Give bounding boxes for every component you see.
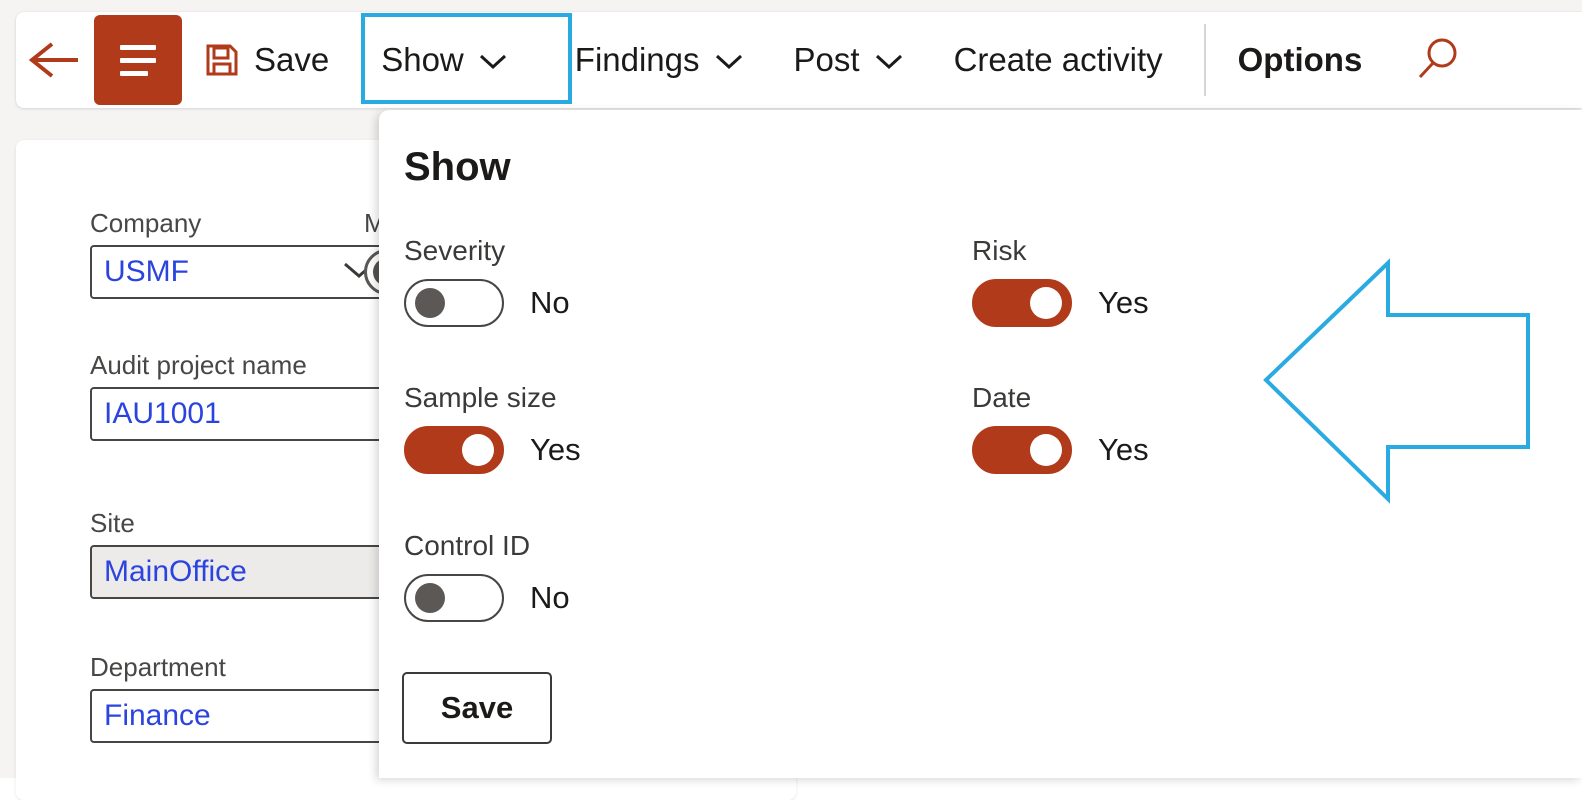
create-activity-label: Create activity (953, 41, 1163, 78)
department-input[interactable]: Finance (90, 689, 390, 743)
audit-project-name-input[interactable]: IAU1001 (90, 387, 390, 441)
panel-save-button[interactable]: Save (402, 672, 552, 744)
toggle-group-severity: Severity No (404, 235, 570, 327)
toggle-group-sample-size: Sample size Yes (404, 382, 581, 474)
show-flyout-panel: Show Severity No Sample size Yes Control… (379, 110, 1582, 778)
post-menu-label: Post (793, 41, 860, 78)
findings-menu-button[interactable]: Findings (558, 12, 761, 108)
toggle-group-control-id: Control ID No (404, 530, 570, 622)
save-button[interactable]: Save (182, 12, 339, 108)
field-company-label: Company (90, 208, 202, 238)
audit-project-name-value: IAU1001 (104, 397, 221, 430)
company-value: USMF (104, 255, 189, 288)
field-department-label: Department (90, 652, 226, 682)
toggle-label-risk: Risk (972, 235, 1027, 266)
toggle-group-date: Date Yes (972, 382, 1149, 474)
arrow-left-icon (28, 42, 78, 78)
show-menu-label: Show (381, 41, 464, 78)
toggle-label-date: Date (972, 382, 1032, 413)
chevron-down-icon (874, 41, 904, 79)
toggle-risk-state: Yes (1098, 285, 1149, 320)
toggle-group-risk: Risk Yes (972, 235, 1149, 327)
company-dropdown[interactable]: USMF (90, 245, 390, 299)
field-company: Company USMF (90, 208, 390, 299)
toggle-label-control-id: Control ID (404, 530, 531, 561)
save-button-label: Save (254, 41, 330, 78)
field-department: Department Finance (90, 652, 390, 743)
create-activity-button[interactable]: Create activity (937, 12, 1180, 108)
toggle-severity[interactable] (404, 279, 504, 327)
toggle-risk[interactable] (972, 279, 1072, 327)
toolbar-divider (1203, 24, 1206, 96)
hamburger-menu-icon (120, 41, 156, 80)
field-audit-project-name-label: Audit project name (90, 350, 307, 380)
toggle-label-severity: Severity (404, 235, 506, 266)
field-site-label: Site (90, 508, 135, 538)
panel-save-label: Save (440, 690, 514, 725)
hamburger-menu-button[interactable] (94, 15, 182, 105)
show-menu-button[interactable]: Show (353, 12, 536, 108)
search-icon (1419, 38, 1457, 79)
toggle-severity-state: No (530, 285, 570, 320)
toggle-label-sample-size: Sample size (404, 382, 557, 413)
command-bar: Save Show Findings Post Create activity … (16, 12, 1582, 108)
department-value: Finance (104, 699, 211, 732)
toggle-sample-size[interactable] (404, 426, 504, 474)
field-audit-project-name: Audit project name IAU1001 (90, 350, 390, 441)
toggle-sample-size-state: Yes (530, 432, 581, 467)
post-menu-button[interactable]: Post (777, 12, 921, 108)
options-label: Options (1237, 41, 1363, 78)
floppy-save-icon (204, 42, 240, 78)
toggle-date-state: Yes (1098, 432, 1149, 467)
chevron-down-icon (478, 41, 508, 79)
show-panel-title: Show (404, 145, 511, 189)
site-value: MainOffice (104, 555, 247, 588)
chevron-down-icon (714, 41, 744, 79)
back-button[interactable] (16, 12, 94, 108)
toggle-date[interactable] (972, 426, 1072, 474)
toggle-control-id[interactable] (404, 574, 504, 622)
toggle-control-id-state: No (530, 580, 570, 615)
options-button[interactable]: Options (1226, 12, 1375, 108)
search-button[interactable] (1402, 25, 1472, 95)
site-input[interactable]: MainOffice (90, 545, 390, 599)
findings-menu-label: Findings (574, 41, 700, 78)
field-site: Site MainOffice (90, 508, 390, 599)
